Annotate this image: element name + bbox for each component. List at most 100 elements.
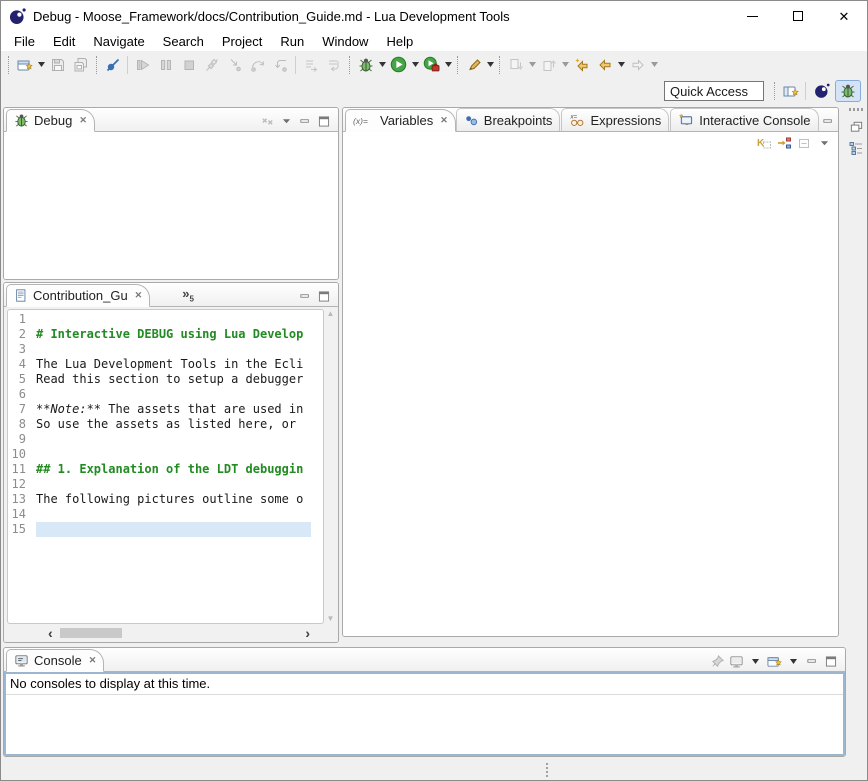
external-tools-dropdown[interactable] xyxy=(443,54,453,76)
editor-line-3[interactable]: 3 xyxy=(8,342,323,357)
close-tab-icon[interactable]: ✕ xyxy=(438,115,448,126)
editor-line-9[interactable]: 9 xyxy=(8,432,323,447)
forward-button[interactable] xyxy=(626,54,649,76)
close-window-button[interactable]: ✕ xyxy=(821,1,867,31)
status-bar-handle[interactable] xyxy=(546,763,548,765)
variables-view-content[interactable] xyxy=(343,154,838,636)
back-button[interactable] xyxy=(593,54,616,76)
outline-view-button[interactable] xyxy=(848,141,864,155)
scroll-left-icon[interactable]: ‹ xyxy=(48,625,53,641)
open-console-dropdown[interactable] xyxy=(785,654,801,668)
tab-console[interactable]: Console ✕ xyxy=(6,649,104,672)
restore-view-button[interactable] xyxy=(848,119,864,133)
editor-text-area[interactable]: 12# Interactive DEBUG using Lua Develop3… xyxy=(7,309,324,624)
drop-to-frame-button[interactable] xyxy=(299,54,322,76)
editor-line-8[interactable]: 8So use the assets as listed here, or xyxy=(8,417,323,432)
pin-console-button[interactable] xyxy=(709,654,725,668)
open-console-button[interactable] xyxy=(766,654,782,668)
scrollbar-thumb[interactable] xyxy=(60,628,122,638)
next-annotation-dropdown[interactable] xyxy=(527,54,537,76)
close-tab-icon[interactable]: ✕ xyxy=(133,290,143,301)
scroll-up-icon[interactable]: ▲ xyxy=(327,310,335,318)
editor-vertical-scrollbar[interactable]: ▲ ▼ xyxy=(325,310,336,623)
editor-line-1[interactable]: 1 xyxy=(8,312,323,327)
new-wizard-button[interactable] xyxy=(13,54,36,76)
tab-contribution-guide[interactable]: Contribution_Gu ✕ xyxy=(6,284,150,307)
save-all-button[interactable] xyxy=(69,54,92,76)
use-step-filters-button[interactable] xyxy=(322,54,345,76)
view-menu-button[interactable] xyxy=(816,136,832,150)
show-type-names-button[interactable]: K xyxy=(756,136,772,150)
back-dropdown[interactable] xyxy=(616,54,626,76)
editor-line-4[interactable]: 4The Lua Development Tools in the Ecli xyxy=(8,357,323,372)
open-element-pen-button[interactable] xyxy=(462,54,485,76)
close-tab-icon[interactable]: ✕ xyxy=(77,115,87,126)
view-menu-button[interactable] xyxy=(278,114,294,128)
minimize-view-button[interactable] xyxy=(820,114,836,128)
editor-line-12[interactable]: 12 xyxy=(8,477,323,492)
menu-item-search[interactable]: Search xyxy=(154,34,213,49)
suspend-button[interactable] xyxy=(154,54,177,76)
editor-line-15[interactable]: 15 xyxy=(8,522,323,537)
step-return-button[interactable] xyxy=(269,54,292,76)
maximize-view-button[interactable] xyxy=(823,654,839,668)
maximize-view-button[interactable] xyxy=(316,114,332,128)
editor-line-5[interactable]: 5Read this section to setup a debugger xyxy=(8,372,323,387)
open-perspective-button[interactable] xyxy=(779,80,802,102)
maximize-view-button[interactable] xyxy=(316,289,332,303)
new-wizard-dropdown[interactable] xyxy=(36,54,46,76)
remove-all-terminated-button[interactable] xyxy=(259,114,275,128)
previous-annotation-button[interactable] xyxy=(537,54,560,76)
show-logical-structure-button[interactable] xyxy=(776,136,792,150)
editor-line-13[interactable]: 13The following pictures outline some o xyxy=(8,492,323,507)
open-element-dropdown[interactable] xyxy=(485,54,495,76)
run-dropdown[interactable] xyxy=(410,54,420,76)
editor-line-14[interactable]: 14 xyxy=(8,507,323,522)
scroll-right-icon[interactable]: › xyxy=(305,625,310,641)
minimize-view-button[interactable] xyxy=(804,654,820,668)
console-content[interactable]: No consoles to display at this time. xyxy=(4,672,845,756)
step-over-button[interactable] xyxy=(246,54,269,76)
menu-item-edit[interactable]: Edit xyxy=(44,34,84,49)
maximize-window-button[interactable] xyxy=(775,1,821,31)
debug-perspective-button[interactable] xyxy=(835,80,861,102)
menu-item-project[interactable]: Project xyxy=(213,34,271,49)
debug-view-content[interactable] xyxy=(4,132,338,279)
editor-line-11[interactable]: 11## 1. Explanation of the LDT debuggin xyxy=(8,462,323,477)
editor-horizontal-scrollbar[interactable]: ‹ › xyxy=(4,624,338,642)
menu-item-help[interactable]: Help xyxy=(377,34,422,49)
editor-line-2[interactable]: 2# Interactive DEBUG using Lua Develop xyxy=(8,327,323,342)
terminate-button[interactable] xyxy=(177,54,200,76)
save-button[interactable] xyxy=(46,54,69,76)
menu-item-run[interactable]: Run xyxy=(271,34,313,49)
tab-debug[interactable]: Debug ✕ xyxy=(6,109,95,132)
disconnect-button[interactable] xyxy=(200,54,223,76)
minimize-view-button[interactable] xyxy=(297,289,313,303)
tab-breakpoints[interactable]: Breakpoints xyxy=(456,108,561,131)
previous-annotation-dropdown[interactable] xyxy=(560,54,570,76)
display-console-dropdown[interactable] xyxy=(747,654,763,668)
debug-button[interactable] xyxy=(354,54,377,76)
minimize-window-button[interactable] xyxy=(729,1,775,31)
menu-item-file[interactable]: File xyxy=(5,34,44,49)
tab-variables[interactable]: (x)= Variables ✕ xyxy=(345,109,456,132)
step-into-button[interactable] xyxy=(223,54,246,76)
run-button[interactable] xyxy=(387,54,410,76)
menu-item-navigate[interactable]: Navigate xyxy=(84,34,153,49)
editor-line-7[interactable]: 7**Note:** The assets that are used in xyxy=(8,402,323,417)
editor-line-6[interactable]: 6 xyxy=(8,387,323,402)
scroll-down-icon[interactable]: ▼ xyxy=(327,615,335,623)
external-tools-button[interactable] xyxy=(420,54,443,76)
editor-line-10[interactable]: 10 xyxy=(8,447,323,462)
lua-perspective-button[interactable] xyxy=(809,80,835,102)
menu-item-window[interactable]: Window xyxy=(313,34,377,49)
close-tab-icon[interactable]: ✕ xyxy=(87,655,97,666)
forward-dropdown[interactable] xyxy=(649,54,659,76)
trim-handle[interactable] xyxy=(849,108,863,111)
next-annotation-button[interactable] xyxy=(504,54,527,76)
collapse-all-button[interactable] xyxy=(796,136,812,150)
minimize-view-button[interactable] xyxy=(297,114,313,128)
tab-interactive-console[interactable]: Interactive Console xyxy=(670,108,818,131)
last-edit-location-button[interactable] xyxy=(570,54,593,76)
quick-access-input[interactable]: Quick Access xyxy=(664,81,764,101)
